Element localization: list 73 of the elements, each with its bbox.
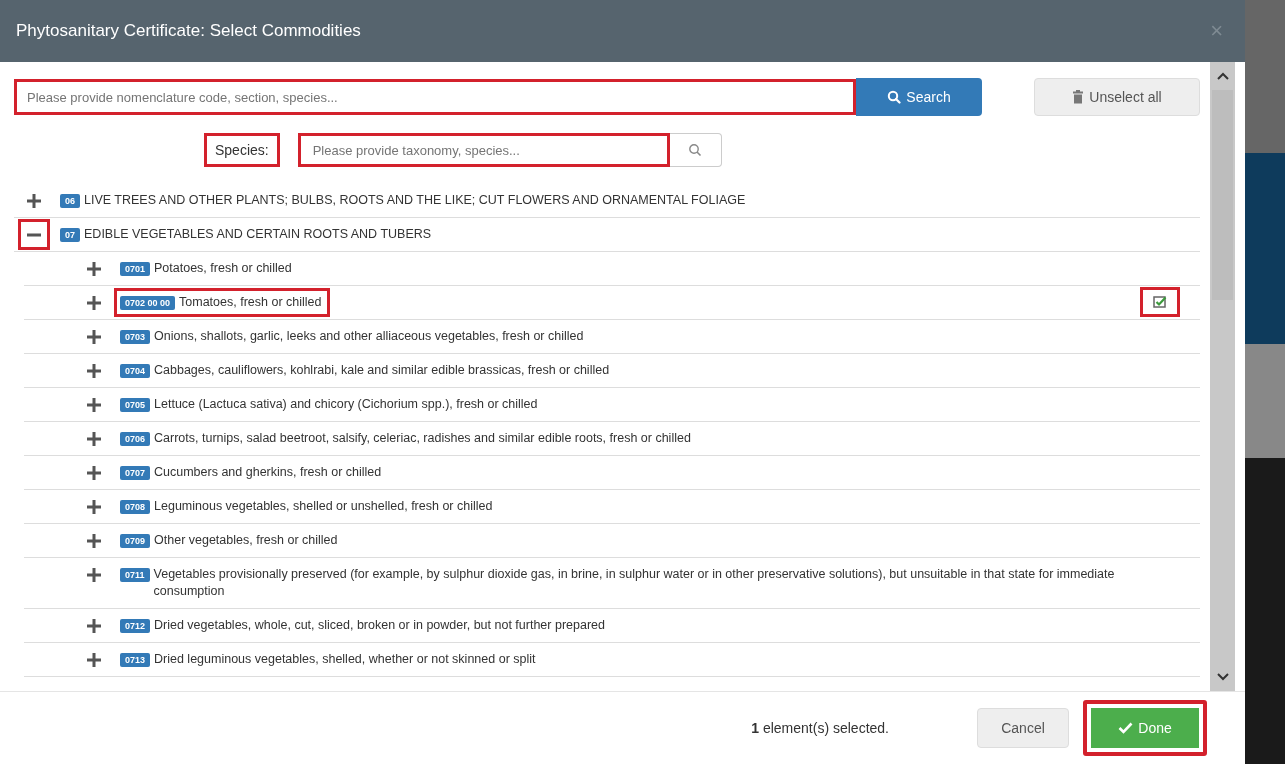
tree-item[interactable]: 0705 Lettuce (Lactuca sativa) and chicory (Cichorium spp.), fresh or chilled bbox=[114, 390, 1200, 419]
item-label: Dried leguminous vegetables, shelled, whether or not skinned or split bbox=[154, 651, 536, 668]
code-badge: 0706 bbox=[120, 432, 151, 446]
plus-icon bbox=[87, 499, 101, 514]
tree-item[interactable]: 0708 Leguminous vegetables, shelled or unshelled, fresh or chilled bbox=[114, 492, 1200, 521]
tree-item[interactable]: 0701 Potatoes, fresh or chilled bbox=[114, 254, 1200, 283]
tree-item[interactable]: 0712 Dried vegetables, whole, cut, sliced, broken or in powder, but not further prepared bbox=[114, 611, 1200, 640]
species-field[interactable]: Please provide taxonomy, species... bbox=[297, 133, 670, 167]
plus-icon bbox=[87, 652, 101, 667]
plus-icon bbox=[87, 329, 101, 344]
code-badge: 0702 00 00 bbox=[120, 296, 176, 310]
plus-icon bbox=[87, 465, 101, 480]
plus-icon bbox=[87, 261, 101, 276]
checkmark-icon bbox=[1118, 722, 1134, 734]
plus-icon bbox=[87, 618, 101, 633]
tree-item[interactable]: 0711 Vegetables provisionally preserved (for example, by sulphur dioxide gas, in brine, in sulphur water or in other preservative solutions), but unsuitable in that state for immediate consumption bbox=[114, 560, 1200, 606]
plus-icon bbox=[87, 363, 101, 378]
tree-item[interactable]: 07 EDIBLE VEGETABLES AND CERTAIN ROOTS AND TUBERS bbox=[54, 220, 1200, 249]
code-badge: 0701 bbox=[120, 262, 151, 276]
code-badge: 0705 bbox=[120, 398, 151, 412]
tree-item[interactable]: 0702 00 00 Tomatoes, fresh or chilled bbox=[114, 288, 331, 317]
plus-icon bbox=[87, 533, 101, 548]
species-label: Species: bbox=[204, 133, 280, 167]
code-badge: 07 bbox=[60, 228, 80, 242]
unselect-all-button[interactable]: Unselect all bbox=[1034, 78, 1200, 116]
dialog-title: Phytosanitary Certificate: Select Commodities bbox=[16, 21, 361, 41]
item-label: Potatoes, fresh or chilled bbox=[154, 260, 292, 277]
code-badge: 0707 bbox=[120, 466, 151, 480]
item-label: EDIBLE VEGETABLES AND CERTAIN ROOTS AND TUBERS bbox=[84, 226, 432, 243]
code-badge: 0712 bbox=[120, 619, 151, 633]
code-badge: 0703 bbox=[120, 330, 151, 344]
code-badge: 0708 bbox=[120, 500, 151, 514]
item-label: Carrots, turnips, salad beetroot, salsify, celeriac, radishes and similar edible roots, fresh or chilled bbox=[154, 430, 691, 447]
item-label: Vegetables provisionally preserved (for example, by sulphur dioxide gas, in brine, in sulphur water or in other preservative solutions), but unsuitable in that state for immediate consumption bbox=[153, 566, 1116, 600]
tree-item[interactable]: 0709 Other vegetables, fresh or chilled bbox=[114, 526, 1200, 555]
item-label: Cabbages, cauliflowers, kohlrabi, kale and similar edible brassicas, fresh or chilled bbox=[154, 362, 610, 379]
item-label: Lettuce (Lactuca sativa) and chicory (Cichorium spp.), fresh or chilled bbox=[154, 396, 538, 413]
tree-item[interactable]: 0703 Onions, shallots, garlic, leeks and other alliaceous vegetables, fresh or chilled bbox=[114, 322, 1200, 351]
plus-icon bbox=[87, 431, 101, 446]
selection-status: 1 element(s) selected. bbox=[751, 720, 889, 736]
item-label: Cucumbers and gherkins, fresh or chilled bbox=[154, 464, 382, 481]
trash-icon bbox=[1072, 90, 1085, 104]
tree-item[interactable]: 0706 Carrots, turnips, salad beetroot, salsify, celeriac, radishes and similar edible roots, fresh or chilled bbox=[114, 424, 1200, 453]
tree-item[interactable]: 06 LIVE TREES AND OTHER PLANTS; BULBS, ROOTS AND THE LIKE; CUT FLOWERS AND ORNAMENTAL FOLIAGE bbox=[54, 186, 1200, 215]
collapse-toggle[interactable] bbox=[18, 219, 50, 250]
item-label: Onions, shallots, garlic, leeks and other alliaceous vegetables, fresh or chilled bbox=[154, 328, 584, 345]
code-badge: 0704 bbox=[120, 364, 151, 378]
item-label: LIVE TREES AND OTHER PLANTS; BULBS, ROOTS AND THE LIKE; CUT FLOWERS AND ORNAMENTAL FOLIAGE bbox=[84, 192, 746, 209]
search-button[interactable]: Search bbox=[856, 78, 982, 116]
item-label: Tomatoes, fresh or chilled bbox=[179, 294, 322, 311]
chevron-up-icon bbox=[1216, 72, 1229, 80]
plus-icon bbox=[87, 567, 101, 582]
plus-icon bbox=[87, 397, 101, 412]
tree-item[interactable]: 0704 Cabbages, cauliflowers, kohlrabi, kale and similar edible brassicas, fresh or chilled bbox=[114, 356, 1200, 385]
tree-item[interactable]: 0713 Dried leguminous vegetables, shelled, whether or not skinned or split bbox=[114, 645, 1200, 674]
code-badge: 0709 bbox=[120, 534, 151, 548]
search-field[interactable]: Please provide nomenclature code, section, species... bbox=[14, 79, 856, 115]
item-label: Other vegetables, fresh or chilled bbox=[154, 532, 338, 549]
code-badge: 06 bbox=[60, 194, 80, 208]
cancel-button[interactable]: Cancel bbox=[977, 708, 1069, 748]
search-icon bbox=[688, 143, 703, 157]
checkbox[interactable] bbox=[1153, 295, 1167, 309]
code-badge: 0711 bbox=[120, 568, 150, 582]
chevron-down-icon bbox=[1216, 673, 1229, 681]
species-search-button[interactable] bbox=[669, 133, 722, 167]
code-badge: 0713 bbox=[120, 653, 151, 667]
plus-icon bbox=[27, 193, 41, 208]
tree-item[interactable]: 0707 Cucumbers and gherkins, fresh or chilled bbox=[114, 458, 1200, 487]
search-icon bbox=[887, 90, 902, 104]
item-label: Leguminous vegetables, shelled or unshelled, fresh or chilled bbox=[154, 498, 493, 515]
scrollbar[interactable] bbox=[1210, 62, 1235, 691]
item-label: Dried vegetables, whole, cut, sliced, broken or in powder, but not further prepared bbox=[154, 617, 605, 634]
plus-icon bbox=[87, 295, 101, 310]
